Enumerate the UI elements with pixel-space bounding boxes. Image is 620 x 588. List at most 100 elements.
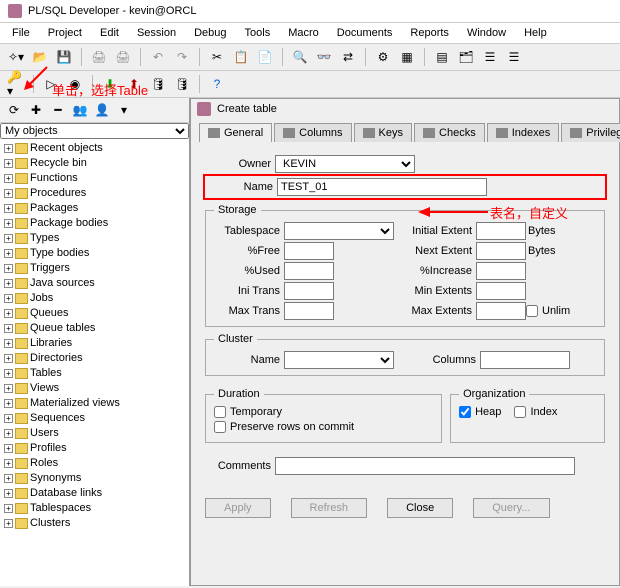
maxext-input[interactable] [476, 302, 526, 320]
menu-tools[interactable]: Tools [237, 25, 279, 41]
compile-icon[interactable]: ⚙ [373, 47, 393, 67]
help-icon[interactable]: ? [207, 74, 227, 94]
tree-item[interactable]: +Libraries [2, 336, 187, 351]
expand-icon[interactable]: + [4, 339, 13, 348]
refresh-icon[interactable]: ⟳ [4, 100, 24, 120]
tab-keys[interactable]: Keys [354, 123, 412, 142]
user-icon[interactable]: 👤 [92, 100, 112, 120]
tree-item[interactable]: +Package bodies [2, 216, 187, 231]
tree-item[interactable]: +Sequences [2, 411, 187, 426]
tree-item[interactable]: +Types [2, 231, 187, 246]
expand-icon[interactable]: + [4, 204, 13, 213]
tab-indexes[interactable]: Indexes [487, 123, 560, 142]
menu-window[interactable]: Window [459, 25, 514, 41]
maxtrans-input[interactable] [284, 302, 334, 320]
copy-icon[interactable]: 📋 [231, 47, 251, 67]
tablespace-select[interactable] [284, 222, 394, 240]
name-input[interactable] [277, 178, 487, 196]
expand-icon[interactable]: + [4, 354, 13, 363]
expand-icon[interactable]: + [4, 324, 13, 333]
sql-icon[interactable]: ▦ [397, 47, 417, 67]
object-tree[interactable]: +Recent objects+Recycle bin+Functions+Pr… [0, 139, 189, 586]
db1-icon[interactable]: 🛢 [148, 74, 168, 94]
tree-item[interactable]: +Directories [2, 351, 187, 366]
expand-icon[interactable]: + [4, 264, 13, 273]
db2-icon[interactable]: 🛢 [172, 74, 192, 94]
filter-icon[interactable]: ▾ [114, 100, 134, 120]
tree-item[interactable]: +Procedures [2, 186, 187, 201]
tree-item[interactable]: +Queues [2, 306, 187, 321]
redo-icon[interactable]: ↷ [172, 47, 192, 67]
undo-icon[interactable]: ↶ [148, 47, 168, 67]
save-icon[interactable]: 💾 [54, 47, 74, 67]
tree-item[interactable]: +Type bodies [2, 246, 187, 261]
tab-privileges[interactable]: Privileges [561, 123, 620, 142]
list2-icon[interactable]: ☰ [504, 47, 524, 67]
tree-item[interactable]: +Roles [2, 456, 187, 471]
close-button[interactable]: Close [387, 498, 453, 518]
expand-icon[interactable]: + [4, 174, 13, 183]
expand-icon[interactable]: + [4, 444, 13, 453]
findnext-icon[interactable]: 👓 [314, 47, 334, 67]
tab-general[interactable]: General [199, 123, 272, 142]
menu-help[interactable]: Help [516, 25, 555, 41]
explain-icon[interactable]: ▤ [432, 47, 452, 67]
tree-item[interactable]: +Database links [2, 486, 187, 501]
preserve-check[interactable] [214, 421, 226, 433]
free-input[interactable] [284, 242, 334, 260]
incr-input[interactable] [476, 262, 526, 280]
tree-item[interactable]: +Triggers [2, 261, 187, 276]
comments-input[interactable] [275, 457, 575, 475]
expand-icon[interactable]: + [4, 489, 13, 498]
tree-item[interactable]: +Views [2, 381, 187, 396]
tree-item[interactable]: +Tablespaces [2, 501, 187, 516]
expand-icon[interactable]: + [4, 234, 13, 243]
expand-icon[interactable]: ✚ [26, 100, 46, 120]
expand-icon[interactable]: + [4, 519, 13, 528]
used-input[interactable] [284, 262, 334, 280]
menu-session[interactable]: Session [129, 25, 184, 41]
print-icon[interactable]: 🖨 [89, 47, 109, 67]
expand-icon[interactable]: + [4, 504, 13, 513]
unlim-check[interactable] [526, 305, 538, 317]
minext-input[interactable] [476, 282, 526, 300]
expand-icon[interactable]: + [4, 399, 13, 408]
menu-debug[interactable]: Debug [186, 25, 234, 41]
expand-icon[interactable]: + [4, 159, 13, 168]
refresh-button[interactable]: Refresh [291, 498, 368, 518]
tree-item[interactable]: +Tables [2, 366, 187, 381]
menu-reports[interactable]: Reports [402, 25, 457, 41]
menu-project[interactable]: Project [40, 25, 90, 41]
tree-icon[interactable]: 🗂 [456, 47, 476, 67]
tree-item[interactable]: +Profiles [2, 441, 187, 456]
tree-item[interactable]: +Materialized views [2, 396, 187, 411]
paste-icon[interactable]: 📄 [255, 47, 275, 67]
cut-icon[interactable]: ✂ [207, 47, 227, 67]
tree-item[interactable]: +Recent objects [2, 141, 187, 156]
expand-icon[interactable]: + [4, 144, 13, 153]
menu-documents[interactable]: Documents [329, 25, 401, 41]
collapse-icon[interactable]: ━ [48, 100, 68, 120]
expand-icon[interactable]: + [4, 474, 13, 483]
expand-icon[interactable]: + [4, 309, 13, 318]
expand-icon[interactable]: + [4, 384, 13, 393]
expand-icon[interactable]: + [4, 369, 13, 378]
tree-item[interactable]: +Queue tables [2, 321, 187, 336]
print2-icon[interactable]: 🖨 [113, 47, 133, 67]
heap-check[interactable] [459, 406, 471, 418]
initrans-input[interactable] [284, 282, 334, 300]
list-icon[interactable]: ☰ [480, 47, 500, 67]
tab-columns[interactable]: Columns [274, 123, 351, 142]
tab-checks[interactable]: Checks [414, 123, 485, 142]
tree-item[interactable]: +Packages [2, 201, 187, 216]
expand-icon[interactable]: + [4, 189, 13, 198]
nextext-input[interactable] [476, 242, 526, 260]
tree-item[interactable]: +Users [2, 426, 187, 441]
expand-icon[interactable]: + [4, 294, 13, 303]
expand-icon[interactable]: + [4, 279, 13, 288]
menu-file[interactable]: File [4, 25, 38, 41]
replace-icon[interactable]: ⇄ [338, 47, 358, 67]
tree-item[interactable]: +Functions [2, 171, 187, 186]
temporary-check[interactable] [214, 406, 226, 418]
tree-item[interactable]: +Jobs [2, 291, 187, 306]
